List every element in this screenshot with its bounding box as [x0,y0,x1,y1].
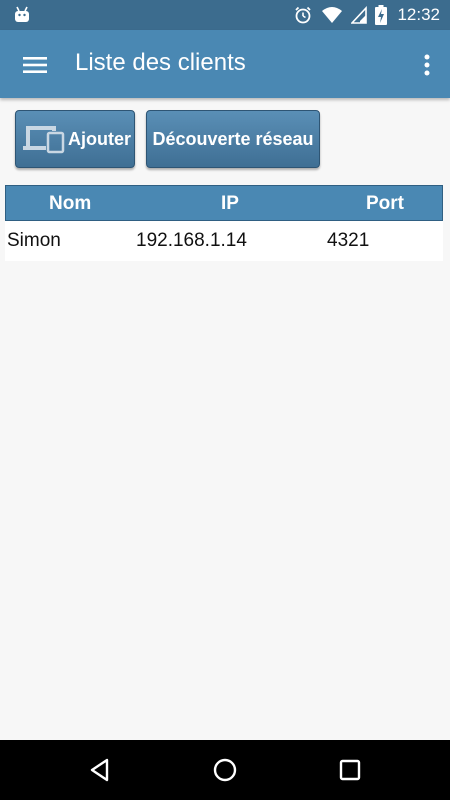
alarm-icon [293,5,313,25]
network-discovery-button[interactable]: Découverte réseau [146,110,320,168]
back-button[interactable] [82,752,118,788]
column-header-port: Port [366,193,404,214]
more-vert-icon [424,54,430,76]
add-client-button[interactable]: Ajouter [15,110,135,168]
table-header: Nom IP Port [5,185,443,221]
recents-icon [339,759,361,781]
cell-name: Simon [7,230,61,251]
battery-charging-icon [375,5,388,25]
status-bar: 12:32 [0,0,450,30]
overflow-menu-button[interactable] [412,43,442,87]
back-icon [90,758,109,782]
home-icon [213,758,237,782]
cell-ip: 192.168.1.14 [136,230,247,251]
network-discovery-label: Découverte réseau [152,128,314,149]
signal-icon [351,6,368,24]
page-title: Liste des clients [75,49,246,76]
table-row[interactable]: Simon 192.168.1.14 4321 [5,221,443,261]
home-button[interactable] [207,752,243,788]
column-header-name: Nom [49,193,92,214]
status-time: 12:32 [397,5,440,24]
cell-port: 4321 [327,230,370,251]
menu-button[interactable] [13,43,57,87]
column-header-ip: IP [221,193,239,214]
navigation-bar [0,740,450,800]
clients-table: Nom IP Port Simon 192.168.1.14 4321 [5,185,443,261]
app-toolbar: Liste des clients [0,30,450,98]
devices-icon [23,126,65,154]
add-client-label: Ajouter [68,128,131,149]
recents-button[interactable] [332,752,368,788]
android-icon [15,6,29,22]
hamburger-menu-icon [23,57,47,73]
wifi-icon [321,6,343,24]
